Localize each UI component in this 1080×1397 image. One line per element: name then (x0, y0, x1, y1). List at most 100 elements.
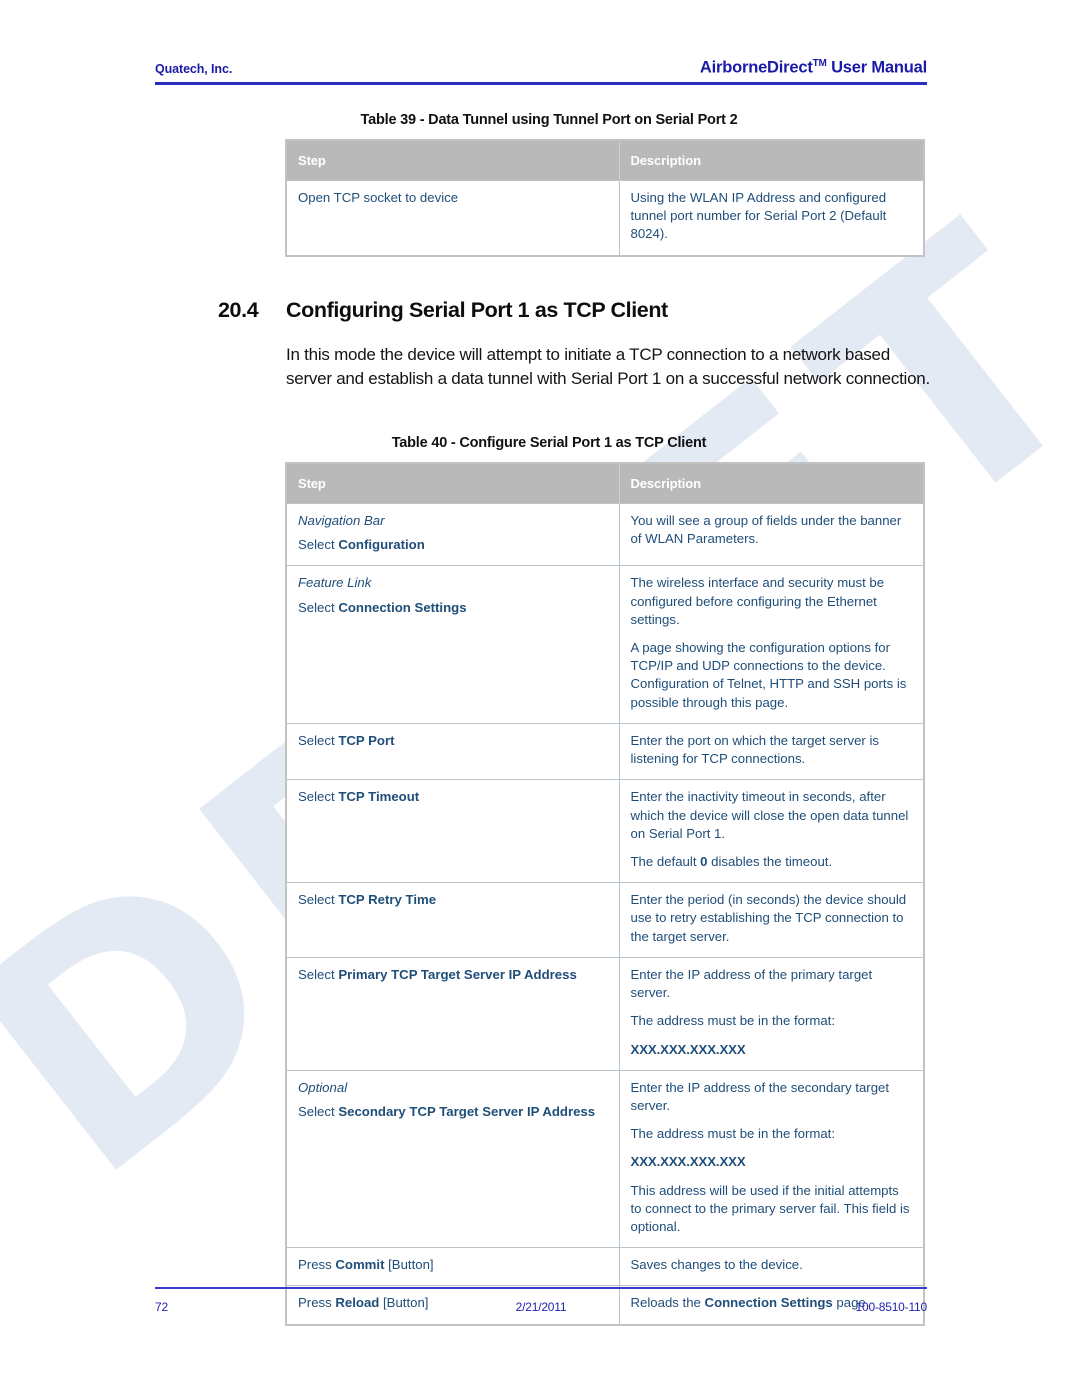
table40-col-step: Step (286, 462, 620, 504)
table-row: Select Primary TCP Target Server IP Addr… (286, 956, 924, 1071)
table-row: Optional Select Secondary TCP Target Ser… (286, 1069, 924, 1248)
table40-r5-desc-1: Enter the IP address of the primary targ… (630, 966, 873, 1001)
table40-r6-step: Optional Select Secondary TCP Target Ser… (286, 1069, 620, 1248)
table40-r7-step-lead: Press (298, 1257, 336, 1273)
table40-r6-step-lead: Select (298, 1103, 339, 1119)
table-row: Select TCP Port Enter the port on which … (286, 722, 924, 780)
section-heading: 20.4 Configuring Serial Port 1 as TCP Cl… (218, 298, 1080, 323)
document-number: 100-8510-110 (855, 1300, 928, 1314)
section-paragraph: In this mode the device will attempt to … (286, 344, 930, 388)
table40-r2-step-lead: Select (298, 732, 339, 748)
table40-r6-desc-1: Enter the IP address of the secondary ta… (630, 1079, 890, 1113)
table40-r0-desc-1: You will see a group of fields under the… (630, 512, 902, 547)
table40-r1-step-label: Feature Link (298, 575, 372, 591)
section-title: Configuring Serial Port 1 as TCP Client (286, 297, 668, 322)
table40-r3-desc-2-post: disables the timeout. (707, 853, 833, 869)
table-row: Select TCP Timeout Enter the inactivity … (286, 779, 924, 883)
table-row: Open TCP socket to device Using the WLAN… (286, 179, 924, 256)
table40-r4-step-bold: TCP Retry Time (338, 892, 437, 908)
page-content: Table 39 - Data Tunnel using Tunnel Port… (0, 112, 1080, 1326)
table40-r4-description: Enter the period (in seconds) the device… (619, 882, 924, 958)
footer-date: 2/21/2011 (515, 1300, 567, 1314)
table40-r1-step-lead: Select (298, 599, 339, 615)
table40-r7-desc-1: Saves changes to the device. (630, 1257, 803, 1273)
table40-r4-step-action: Select TCP Retry Time (298, 891, 608, 909)
table39-header-row: Step Description (286, 140, 924, 181)
table39-col-description: Description (619, 140, 924, 181)
table40-r3-step-lead: Select (298, 789, 339, 805)
table40-r3-step-action: Select TCP Timeout (298, 788, 608, 806)
table39-r0-step: Open TCP socket to device (286, 179, 620, 256)
table40-r1-step-action: Select Connection Settings (298, 599, 608, 617)
table39-caption: Table 39 - Data Tunnel using Tunnel Port… (360, 112, 738, 128)
page-header-row: Quatech, Inc. AirborneDirectTM User Manu… (155, 58, 927, 78)
table40-r3-desc-2: The default 0 disables the timeout. (631, 853, 913, 871)
table-row: Navigation Bar Select Configuration You … (286, 502, 924, 566)
table40-r6-desc-4: This address will be used if the initial… (630, 1182, 910, 1235)
table40-r6-step-bold: Secondary TCP Target Server IP Address (338, 1103, 596, 1119)
page-number: 72 (155, 1300, 168, 1314)
table40-r0-description: You will see a group of fields under the… (619, 502, 924, 566)
table40-r5-description: Enter the IP address of the primary targ… (619, 956, 924, 1071)
table40-r4-step-lead: Select (298, 892, 339, 908)
table-row: Select TCP Retry Time Enter the period (… (286, 882, 924, 958)
company-name: Quatech, Inc. (155, 61, 233, 76)
table40-r3-desc-1: Enter the inactivity timeout in seconds,… (630, 789, 909, 841)
manual-title-tail: User Manual (826, 58, 927, 77)
table39: Step Description Open TCP socket to devi… (285, 139, 925, 257)
table40-r2-description: Enter the port on which the target serve… (619, 722, 924, 780)
table40-r0-step-bold: Configuration (338, 537, 425, 553)
header-divider (155, 81, 927, 85)
table39-r0-step-text: Open TCP socket to device (298, 190, 459, 205)
table40-r5-step: Select Primary TCP Target Server IP Addr… (286, 956, 620, 1071)
table40-r1-desc-1: The wireless interface and security must… (630, 575, 885, 627)
table-row: Press Commit [Button] Saves changes to t… (286, 1247, 924, 1286)
section-number: 20.4 (218, 297, 259, 322)
table40-r7-description: Saves changes to the device. (619, 1247, 924, 1286)
table40-r0-step: Navigation Bar Select Configuration (286, 502, 620, 566)
table40-r5-step-action: Select Primary TCP Target Server IP Addr… (298, 966, 608, 984)
table40-caption: Table 40 - Configure Serial Port 1 as TC… (391, 434, 707, 451)
table40-r1-step: Feature Link Select Connection Settings (286, 565, 620, 724)
manual-title-main: AirborneDirect (699, 58, 813, 77)
section-20-4: 20.4 Configuring Serial Port 1 as TCP Cl… (0, 298, 1080, 391)
table40-r6-step-label: Optional (298, 1079, 348, 1095)
table40-r0-step-label: Navigation Bar (298, 512, 385, 528)
table40-r3-description: Enter the inactivity timeout in seconds,… (619, 779, 924, 883)
table40-r1-desc-2: A page showing the configuration options… (630, 640, 907, 710)
table40-r2-step-bold: TCP Port (338, 732, 395, 748)
table40-r0-step-action: Select Configuration (298, 536, 608, 554)
table40-r7-step: Press Commit [Button] (286, 1247, 620, 1286)
table40-r2-step: Select TCP Port (286, 722, 620, 780)
table40-col-description: Description (619, 462, 924, 504)
table-row: Feature Link Select Connection Settings … (286, 565, 924, 724)
table40-r6-description: Enter the IP address of the secondary ta… (619, 1069, 924, 1248)
footer-row: 72 2/21/2011 100-8510-110 (155, 1300, 927, 1314)
table40-header-row: Step Description (286, 462, 924, 504)
table40-r5-step-bold: Primary TCP Target Server IP Address (338, 966, 577, 982)
table40-r5-step-lead: Select (298, 966, 339, 982)
footer-divider (155, 1287, 927, 1289)
table40-r5-desc-3-format: XXX.XXX.XXX.XXX (630, 1041, 746, 1057)
table40-r7-step-action: Press Commit [Button] (298, 1256, 608, 1274)
table40-r1-step-bold: Connection Settings (338, 599, 467, 615)
document-page: Quatech, Inc. AirborneDirectTM User Manu… (0, 0, 1080, 1397)
manual-title: AirborneDirectTM User Manual (700, 58, 927, 78)
table39-col-step: Step (286, 140, 620, 181)
page-footer: 72 2/21/2011 100-8510-110 (155, 1287, 927, 1314)
table40-r3-desc-2-value: 0 (700, 853, 708, 869)
table40-r7-step-bold: Commit (335, 1257, 385, 1273)
trademark-icon: TM (812, 58, 827, 69)
table40-r1-description: The wireless interface and security must… (619, 565, 924, 724)
table40-r6-step-action: Select Secondary TCP Target Server IP Ad… (298, 1103, 608, 1121)
table40-r0-step-lead: Select (298, 537, 339, 553)
table40-r3-desc-2-pre: The default (630, 853, 701, 869)
table40-r5-desc-2: The address must be in the format: (630, 1013, 836, 1029)
table40-r7-step-tail: [Button] (384, 1257, 434, 1273)
table40-r2-desc-1: Enter the port on which the target serve… (630, 732, 880, 767)
table40-r4-step: Select TCP Retry Time (286, 882, 620, 958)
layout-spacer (0, 391, 1080, 435)
table40-r6-desc-2: The address must be in the format: (630, 1126, 836, 1142)
table39-r0-description: Using the WLAN IP Address and configured… (619, 179, 924, 256)
table40-r3-step-bold: TCP Timeout (338, 789, 420, 805)
